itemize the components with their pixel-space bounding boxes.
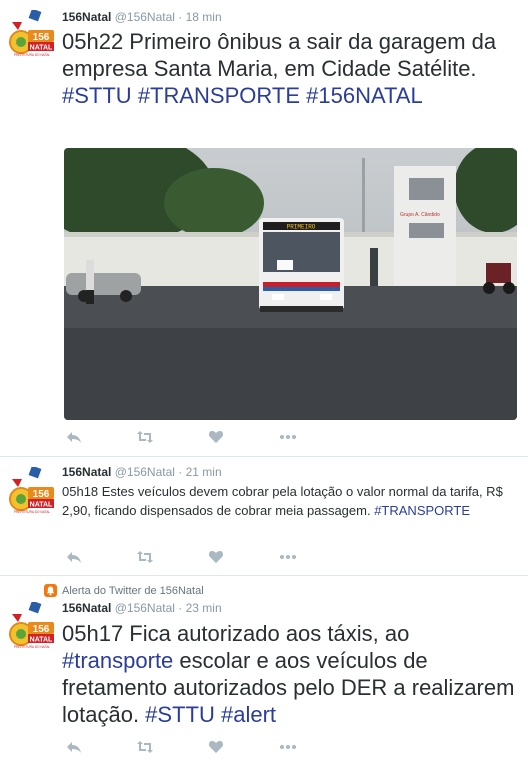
hashtag-link[interactable]: #TRANSPORTE [374,503,470,518]
alert-context[interactable]: Alerta do Twitter de 156Natal [62,584,204,598]
timestamp[interactable]: 21 min [186,465,222,479]
timestamp[interactable]: 18 min [186,10,222,24]
separator: · [178,465,183,479]
retweet-icon[interactable] [136,550,154,566]
like-icon[interactable] [208,430,226,446]
wall-sign: Grupo A. Cândido [400,212,440,218]
like-icon[interactable] [208,740,226,756]
more-icon[interactable] [279,430,297,446]
display-name[interactable]: 156Natal [62,10,111,24]
reply-icon[interactable] [66,550,84,566]
more-icon[interactable] [279,740,297,756]
tweet-header: 156Natal @156Natal · 23 min [62,600,222,616]
timestamp[interactable]: 23 min [186,601,222,615]
tweet-header: 156Natal @156Natal · 21 min [62,464,222,480]
tweet[interactable]: 156 NATAL PREFEITURA DO NATAL 156Natal @… [0,0,528,457]
avatar-number: 156 [33,489,50,500]
reply-icon[interactable] [66,740,84,756]
avatar-word: NATAL [30,637,53,644]
tweet-text: 05h17 Fica autorizado aos táxis, ao #tra… [62,620,518,728]
avatar-tagline: PREFEITURA DO NATAL [14,510,51,514]
hashtag-link[interactable]: #alert [221,702,276,727]
hashtag-link[interactable]: #156NATAL [306,83,423,108]
like-icon[interactable] [208,550,226,566]
tweet-text: 05h18 Estes veículos devem cobrar pela l… [62,482,518,520]
avatar-number: 156 [33,32,50,43]
avatar-word: NATAL [30,502,53,509]
retweet-icon[interactable] [136,430,154,446]
tweet[interactable]: 156 NATAL PREFEITURA DO NATAL 156Natal @… [0,457,528,576]
avatar[interactable]: 156 NATAL PREFEITURA DO NATAL [8,600,56,650]
alert-bell-icon [44,584,57,597]
avatar[interactable]: 156 NATAL PREFEITURA DO NATAL [8,465,56,515]
tweet-text: 05h22 Primeiro ônibus a sair da garagem … [62,28,518,109]
display-name[interactable]: 156Natal [62,601,111,615]
avatar-word: NATAL [30,45,53,52]
avatar[interactable]: 156 NATAL PREFEITURA DO NATAL [8,8,56,58]
bus-sign: PRIMEIRO [287,224,316,231]
username[interactable]: @156Natal [115,10,175,24]
text-segment: 05h17 Fica autorizado aos táxis, ao [62,621,410,646]
more-icon[interactable] [279,550,297,566]
username[interactable]: @156Natal [115,601,175,615]
reply-icon[interactable] [66,430,84,446]
hashtag-link[interactable]: #STTU [62,83,132,108]
tweet[interactable]: Alerta do Twitter de 156Natal 156 NATAL … [0,576,528,767]
separator: · [178,10,183,24]
avatar-tagline: PREFEITURA DO NATAL [14,645,51,649]
avatar-number: 156 [33,624,50,635]
text-segment: 05h22 Primeiro ônibus a sair da garagem … [62,29,497,81]
tweet-photo[interactable]: Grupo A. Cândido PRIMEIRO [64,148,517,420]
display-name[interactable]: 156Natal [62,465,111,479]
tweet-header: 156Natal @156Natal · 18 min [62,9,222,25]
hashtag-link[interactable]: #STTU [145,702,215,727]
avatar-tagline: PREFEITURA DO NATAL [14,53,51,57]
hashtag-link[interactable]: #transporte [62,648,173,673]
hashtag-link[interactable]: #TRANSPORTE [138,83,300,108]
retweet-icon[interactable] [136,740,154,756]
username[interactable]: @156Natal [115,465,175,479]
separator: · [178,601,183,615]
